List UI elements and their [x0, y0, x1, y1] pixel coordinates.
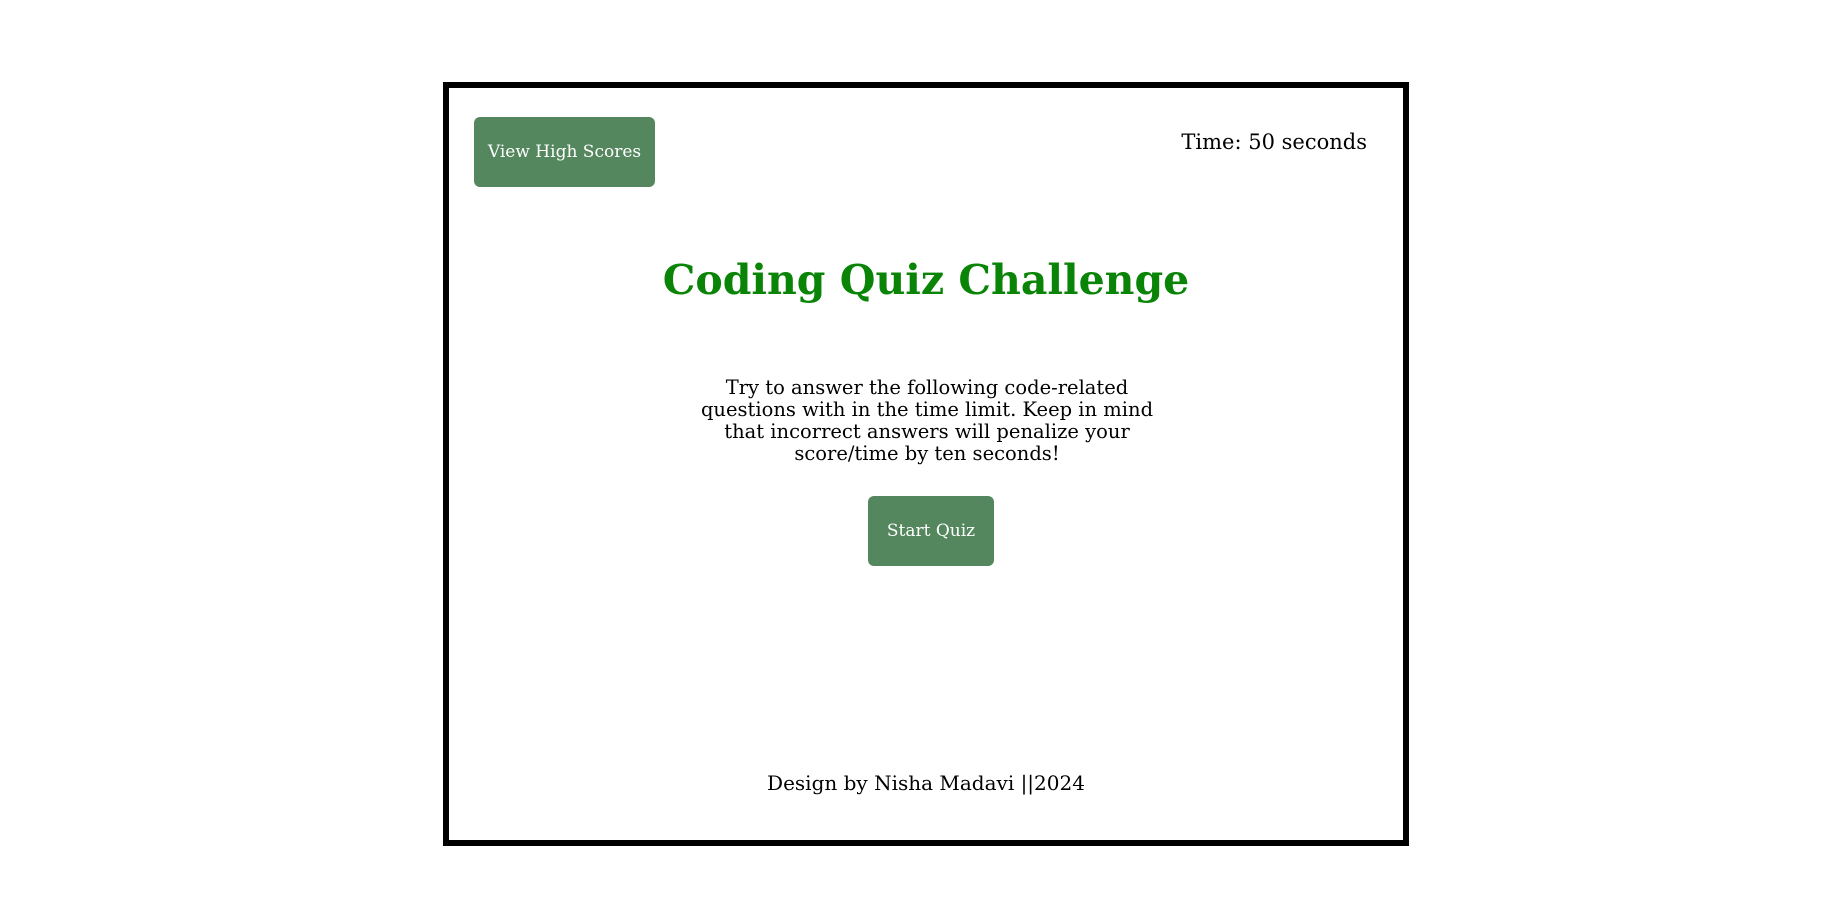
timer-display: Time: 50 seconds: [1181, 130, 1367, 154]
footer-credit: Design by Nisha Madavi ||2024: [767, 771, 1085, 795]
quiz-instructions: Try to answer the following code-related…: [700, 376, 1154, 465]
quiz-container: View High Scores Time: 50 seconds Coding…: [443, 82, 1409, 846]
start-quiz-button[interactable]: Start Quiz: [868, 496, 994, 566]
page-title: Coding Quiz Challenge: [662, 256, 1190, 304]
view-high-scores-button[interactable]: View High Scores: [474, 117, 655, 187]
